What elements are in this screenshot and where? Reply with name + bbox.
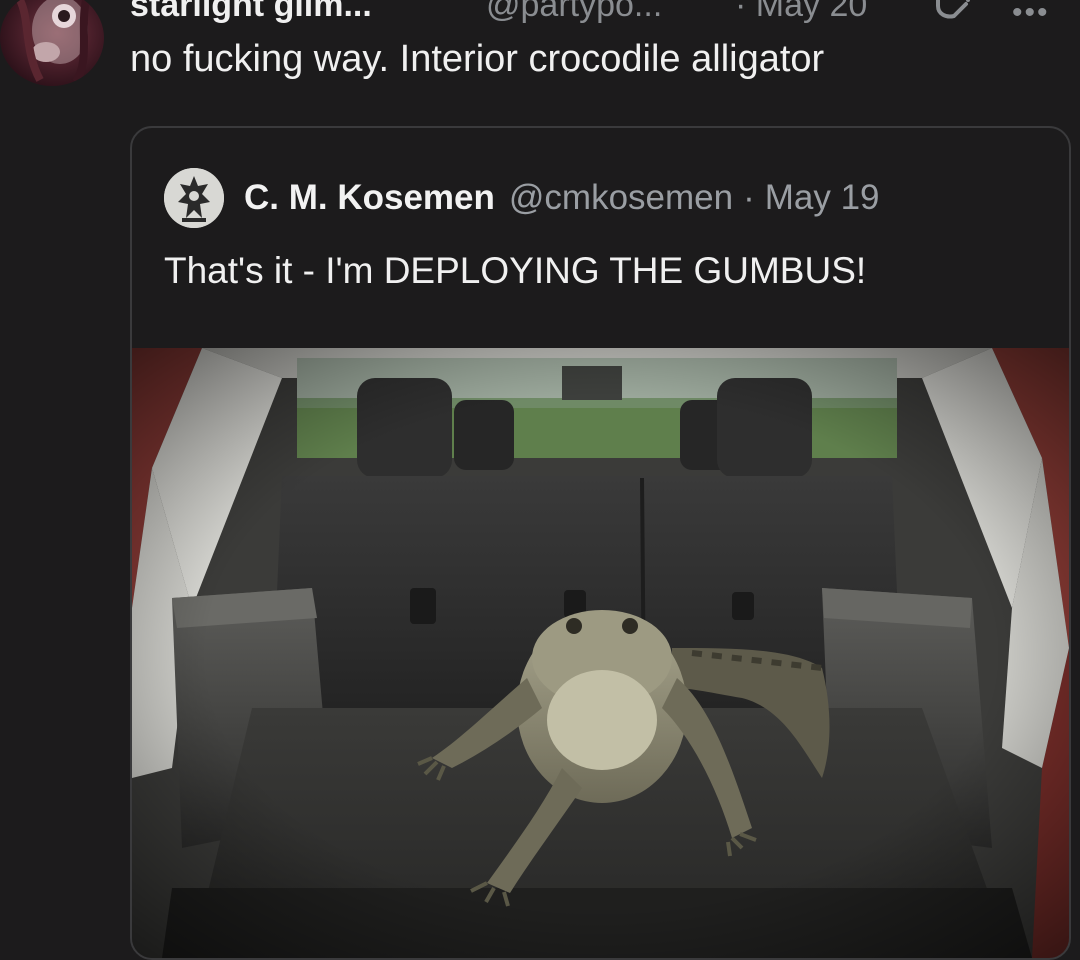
separator-dot: · <box>743 178 755 217</box>
avatar[interactable] <box>0 0 104 86</box>
quoted-author-handle[interactable]: @cmkosemen <box>509 178 733 218</box>
quoted-author-name[interactable]: C. M. Kosemen <box>244 178 495 218</box>
reply-header: starlight glim... @partypo... · May 20 •… <box>0 0 1080 24</box>
reply-text: no fucking way. Interior crocodile allig… <box>130 38 825 80</box>
reply-author-handle[interactable]: @partypo... <box>486 0 662 24</box>
quoted-avatar[interactable] <box>164 168 224 228</box>
quoted-tweet-card[interactable]: C. M. Kosemen @cmkosemen · May 19 That's… <box>130 126 1071 960</box>
more-icon[interactable]: ••• <box>1012 0 1050 24</box>
grok-icon[interactable] <box>932 0 974 24</box>
quoted-tweet-header: C. M. Kosemen @cmkosemen · May 19 <box>164 166 880 230</box>
quoted-media-image[interactable] <box>132 348 1069 958</box>
reply-date[interactable]: · May 20 <box>735 0 867 24</box>
quoted-text: That's it - I'm DEPLOYING THE GUMBUS! <box>164 250 867 291</box>
reply-author-name[interactable]: starlight glim... <box>130 0 372 24</box>
quoted-date[interactable]: May 19 <box>765 178 880 218</box>
